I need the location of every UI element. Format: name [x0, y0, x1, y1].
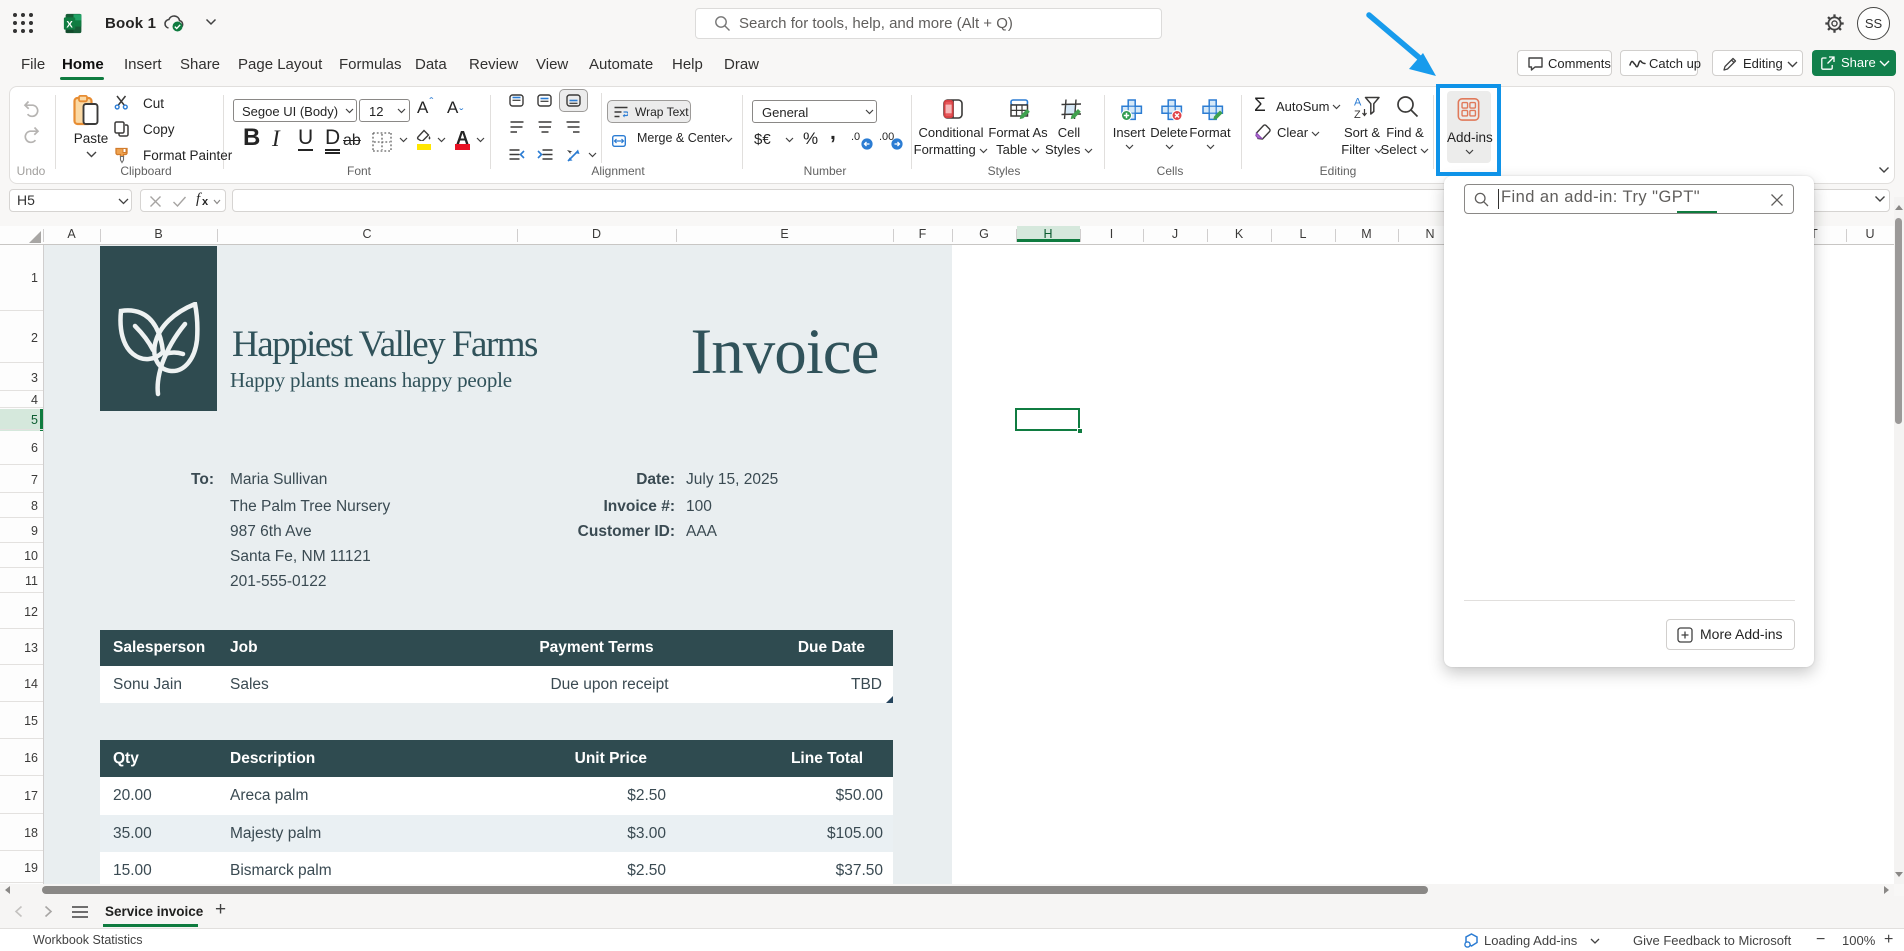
svg-text:A: A	[1354, 97, 1362, 109]
svg-text:Z: Z	[1354, 109, 1361, 121]
svg-text:X: X	[66, 19, 73, 30]
